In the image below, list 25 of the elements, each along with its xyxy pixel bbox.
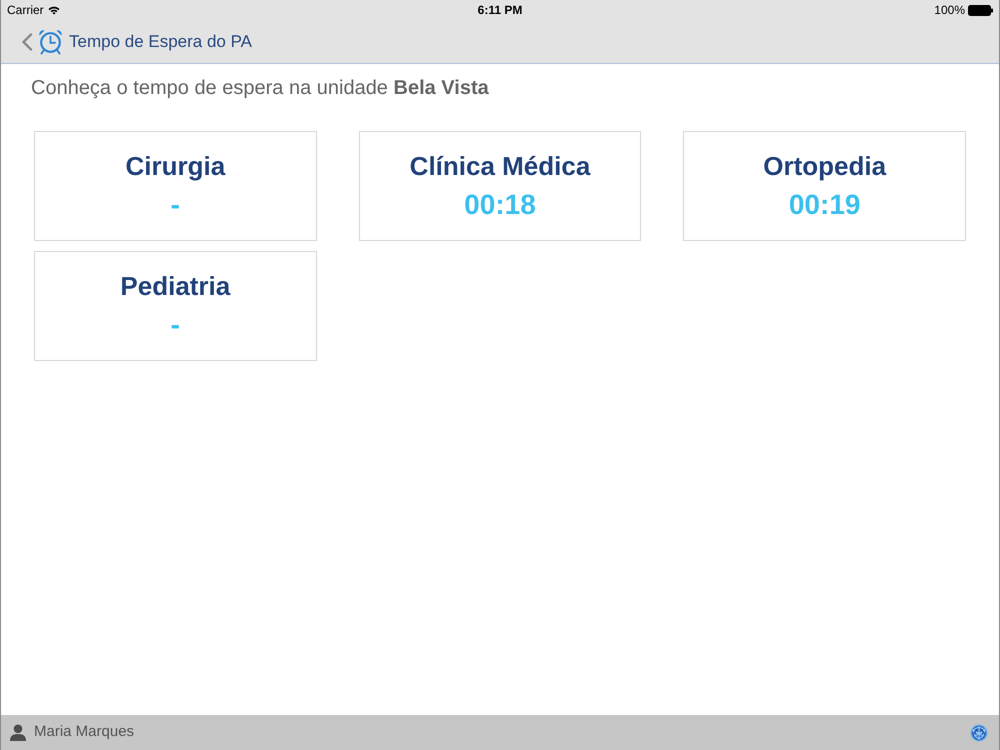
screen-title: Tempo de Espera do PA [69,30,252,53]
clock-time: 6:11 PM [478,2,522,19]
department-card[interactable]: Pediatria - [34,251,317,361]
department-name: Ortopedia [763,150,886,182]
department-card[interactable]: Ortopedia 00:19 [683,131,966,241]
back-button[interactable] [21,32,33,50]
alarm-clock-icon [38,28,63,54]
wait-time: 00:19 [788,188,860,222]
user-name: Maria Marques [34,722,134,742]
person-icon [10,724,26,741]
wait-time: - [170,188,180,222]
department-card[interactable]: Clínica Médica 00:18 [358,131,642,241]
department-name: Clínica Médica [410,150,590,182]
globe-network-icon [970,724,988,742]
department-name: Pediatria [120,270,230,302]
battery-icon [968,4,993,16]
carrier-label: Carrier [7,2,44,19]
wait-time: 00:18 [464,188,536,222]
unit-heading: Conheça o tempo de espera na unidade Bela Vista [31,76,489,100]
department-card[interactable]: Cirurgia - [34,131,317,241]
wifi-icon [48,6,60,14]
wait-time: - [170,308,180,342]
back-chevron-icon [21,32,33,50]
battery-percent: 100% [934,2,965,19]
department-name: Cirurgia [125,150,226,182]
